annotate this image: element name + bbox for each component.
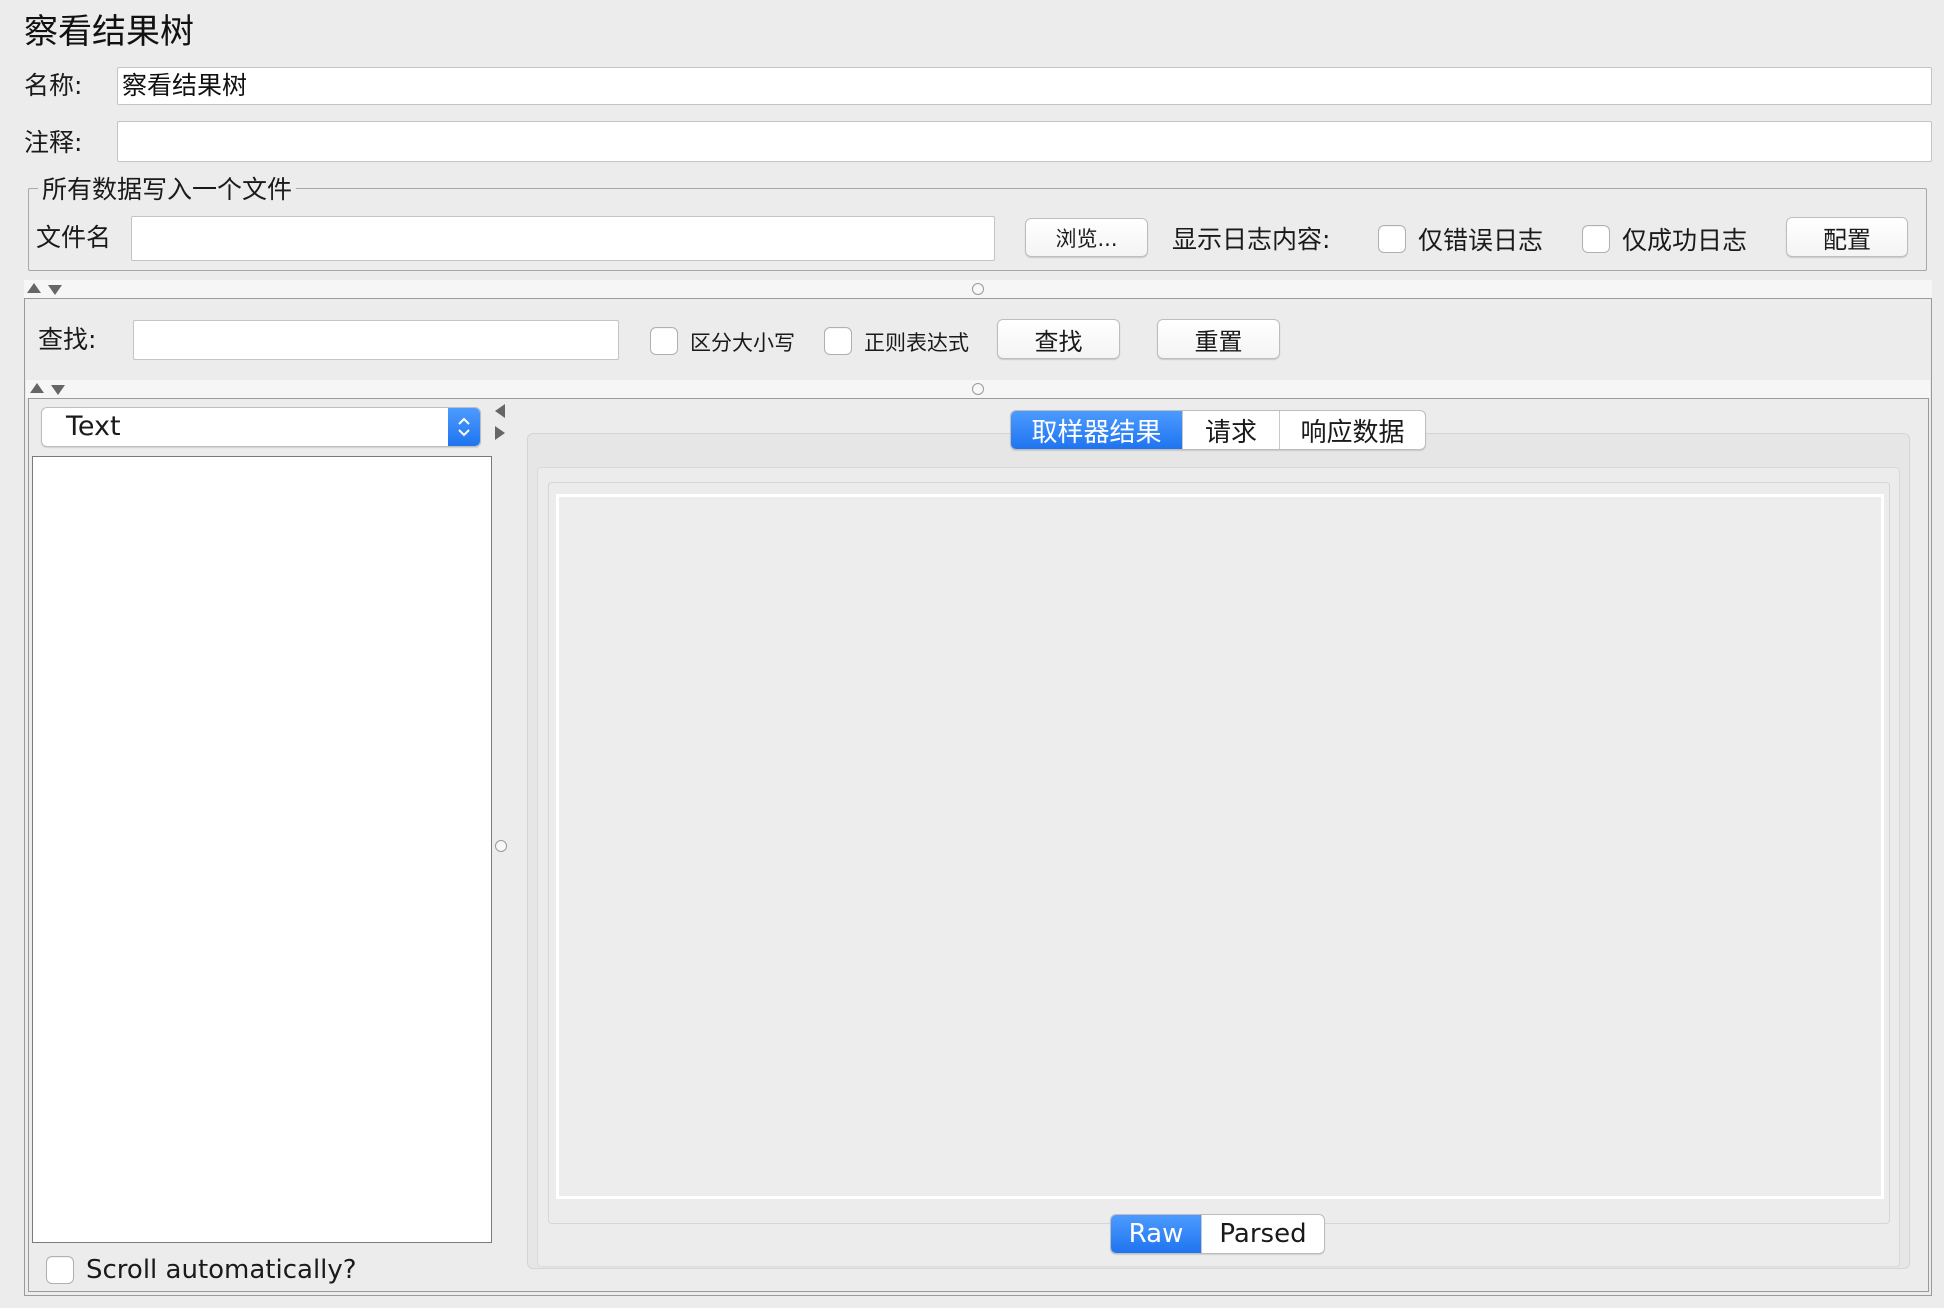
- configure-button[interactable]: 配置: [1786, 217, 1908, 257]
- find-button[interactable]: 查找: [997, 319, 1120, 359]
- collapse-right-icon[interactable]: [495, 426, 505, 440]
- case-sensitive-label: 区分大小写: [690, 331, 795, 355]
- regex-checkbox[interactable]: [824, 327, 852, 355]
- comment-label: 注释:: [24, 128, 83, 157]
- select-chevron-icon[interactable]: [448, 408, 480, 446]
- case-sensitive-checkbox[interactable]: [650, 327, 678, 355]
- tab-sampler-result[interactable]: 取样器结果: [1011, 411, 1182, 449]
- results-tree[interactable]: [32, 456, 492, 1243]
- view-toggle: Raw Parsed: [1110, 1214, 1325, 1254]
- tab-response-data[interactable]: 响应数据: [1279, 411, 1425, 449]
- browse-button[interactable]: 浏览...: [1025, 218, 1148, 257]
- log-display-label: 显示日志内容:: [1172, 225, 1331, 254]
- parsed-toggle[interactable]: Parsed: [1201, 1215, 1324, 1253]
- splitter-knob-icon[interactable]: [972, 383, 984, 395]
- collapse-down-icon[interactable]: [48, 285, 62, 295]
- filename-label: 文件名: [36, 223, 112, 252]
- errors-only-checkbox[interactable]: [1378, 225, 1406, 253]
- splitter-knob-icon[interactable]: [495, 840, 507, 852]
- page-title: 察看结果树: [24, 12, 194, 52]
- collapse-up-icon[interactable]: [30, 383, 44, 393]
- scroll-auto-label: Scroll automatically?: [86, 1255, 357, 1285]
- splitter-knob-icon[interactable]: [972, 283, 984, 295]
- result-tabs: 取样器结果 请求 响应数据: [1010, 410, 1426, 450]
- renderer-selected-value: Text: [66, 411, 121, 442]
- reset-button[interactable]: 重置: [1157, 319, 1280, 359]
- success-only-checkbox[interactable]: [1582, 225, 1610, 253]
- comment-input[interactable]: [117, 121, 1932, 162]
- name-label: 名称:: [24, 71, 83, 100]
- search-label: 查找:: [38, 325, 97, 354]
- result-text-area[interactable]: [556, 494, 1884, 1199]
- scroll-auto-checkbox[interactable]: [46, 1256, 74, 1284]
- renderer-select[interactable]: Text: [41, 407, 481, 447]
- collapse-up-icon[interactable]: [27, 283, 41, 293]
- file-output-legend: 所有数据写入一个文件: [38, 175, 297, 205]
- raw-toggle[interactable]: Raw: [1111, 1215, 1201, 1253]
- filename-input[interactable]: [131, 216, 995, 261]
- errors-only-label: 仅错误日志: [1418, 226, 1544, 255]
- success-only-label: 仅成功日志: [1622, 226, 1748, 255]
- collapse-left-icon[interactable]: [495, 404, 505, 418]
- tab-request[interactable]: 请求: [1182, 411, 1279, 449]
- regex-label: 正则表达式: [864, 331, 969, 355]
- search-input[interactable]: [133, 320, 619, 360]
- collapse-down-icon[interactable]: [51, 385, 65, 395]
- name-input[interactable]: 察看结果树: [117, 67, 1932, 105]
